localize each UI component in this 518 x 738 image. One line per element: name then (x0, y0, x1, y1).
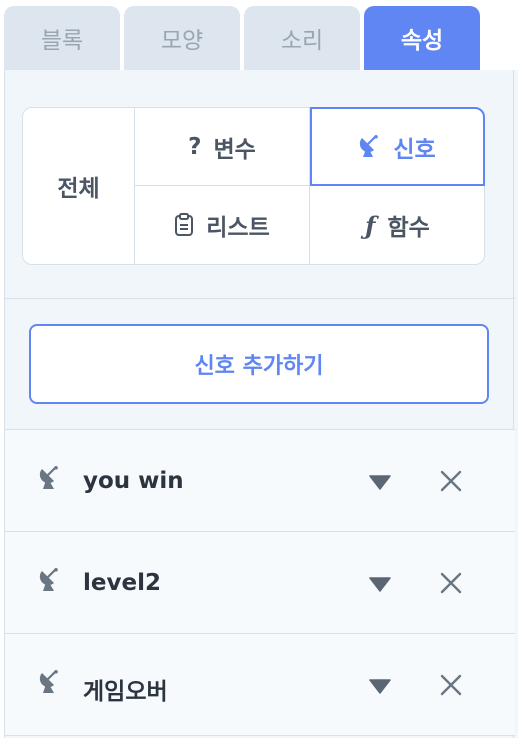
filter-function-button[interactable]: ƒ 함수 (310, 186, 485, 264)
tab-shapes[interactable]: 모양 (124, 6, 240, 70)
tab-properties[interactable]: 속성 (364, 6, 480, 70)
signal-name: 게임오버 (83, 679, 168, 705)
tab-bar: 블록 모양 소리 속성 (0, 0, 518, 70)
filter-all-button[interactable]: 전체 (23, 108, 135, 264)
tab-blocks[interactable]: 블록 (4, 6, 120, 70)
filter-function-label: 함수 (387, 215, 430, 241)
filter-variable-button[interactable]: ? 변수 (135, 108, 310, 186)
add-signal-label: 신호 추가하기 (194, 354, 324, 379)
property-panel-window: 블록 모양 소리 속성 전체 ? 변수 신호 리스트 ƒ 함수 신호 추가하기 … (0, 0, 518, 738)
dropdown-arrow-icon[interactable] (369, 474, 391, 494)
signal-antenna-icon (359, 134, 381, 159)
dropdown-arrow-icon[interactable] (369, 678, 391, 698)
signal-list-item[interactable]: you win (5, 430, 515, 532)
divider (5, 298, 515, 299)
signal-name: you win (83, 468, 184, 494)
filter-all-label: 전체 (57, 176, 100, 202)
function-icon: ƒ (365, 210, 376, 240)
divider (5, 735, 515, 736)
filter-list-button[interactable]: 리스트 (135, 186, 310, 264)
signal-list-item[interactable]: 게임오버 (5, 634, 515, 736)
properties-panel: 전체 ? 변수 신호 리스트 ƒ 함수 신호 추가하기 you win leve… (4, 70, 518, 738)
tab-sounds[interactable]: 소리 (244, 6, 360, 70)
close-icon[interactable] (439, 673, 463, 701)
signal-list-item[interactable]: level2 (5, 532, 515, 634)
question-icon: ? (188, 133, 202, 160)
signal-name: level2 (83, 570, 161, 596)
filter-signal-label: 신호 (393, 136, 436, 163)
signal-antenna-icon (39, 670, 61, 700)
filter-signal-button[interactable]: 신호 (310, 107, 485, 186)
category-filter: 전체 ? 변수 신호 리스트 ƒ 함수 (22, 107, 485, 265)
dropdown-arrow-icon[interactable] (369, 576, 391, 596)
add-signal-button[interactable]: 신호 추가하기 (29, 324, 489, 404)
close-icon[interactable] (439, 469, 463, 497)
signal-antenna-icon (39, 466, 61, 496)
close-icon[interactable] (439, 571, 463, 599)
filter-variable-label: 변수 (213, 136, 256, 163)
signal-antenna-icon (39, 568, 61, 598)
filter-list-label: 리스트 (206, 215, 270, 241)
clipboard-icon (174, 213, 194, 237)
